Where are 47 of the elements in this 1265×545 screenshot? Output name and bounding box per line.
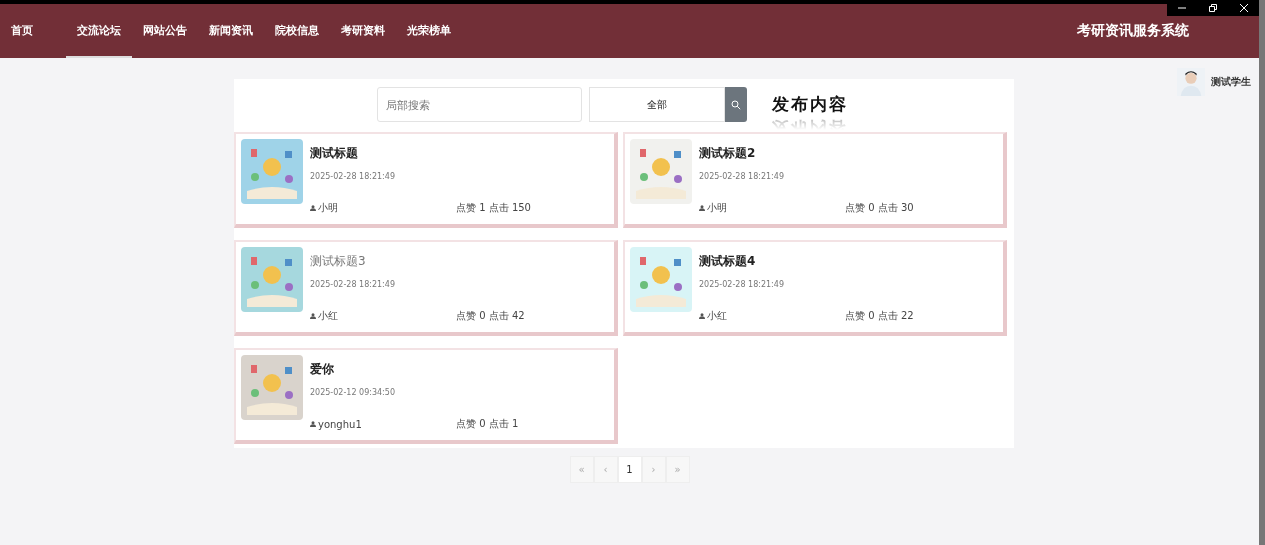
post-author: yonghu1 — [318, 418, 362, 430]
publish-link[interactable]: 发布内容 — [772, 93, 848, 116]
post-stats: 点赞 0 点击 1 — [456, 417, 519, 431]
nav-tab[interactable]: 考研资料 — [330, 4, 396, 58]
post-card[interactable]: 爱你 2025-02-12 09:34:50 yonghu1 点赞 0 点击 1 — [234, 348, 618, 444]
restore-icon[interactable] — [1208, 3, 1218, 13]
post-author: 小明 — [318, 201, 338, 215]
post-time: 2025-02-28 18:21:49 — [310, 280, 396, 289]
post-stats: 点赞 0 点击 30 — [845, 201, 914, 215]
user-name[interactable]: 测试学生 — [1211, 75, 1251, 89]
post-card[interactable]: 测试标题3 2025-02-28 18:21:49 小红 点赞 0 点击 42 — [234, 240, 618, 336]
post-title[interactable]: 测试标题2 — [699, 145, 998, 162]
person-icon — [699, 313, 705, 319]
site-title: 考研资讯服务系统 — [1077, 22, 1189, 40]
post-time: 2025-02-28 18:21:49 — [699, 280, 785, 289]
search-field[interactable]: 局部搜索 — [377, 87, 582, 122]
page-button[interactable]: 1 — [617, 456, 642, 483]
nav-tab[interactable]: 院校信息 — [264, 4, 330, 58]
person-icon — [310, 205, 316, 211]
post-time: 2025-02-12 09:34:50 — [310, 388, 396, 397]
close-icon[interactable] — [1238, 3, 1249, 13]
post-card[interactable]: 测试标题 2025-02-28 18:21:49 小明 点赞 1 点击 150 — [234, 132, 618, 228]
post-title[interactable]: 测试标题4 — [699, 253, 998, 270]
post-author: 小明 — [707, 201, 727, 215]
person-icon — [310, 313, 316, 319]
post-stats: 点赞 0 点击 42 — [456, 309, 525, 323]
person-icon — [310, 421, 316, 427]
post-stats: 点赞 1 点击 150 — [456, 201, 531, 215]
nav-tab[interactable]: 光荣榜单 — [396, 4, 462, 58]
post-title[interactable]: 测试标题 — [310, 145, 609, 162]
category-select[interactable]: 全部 — [589, 87, 725, 122]
nav-tab[interactable]: 网站公告 — [132, 4, 198, 58]
post-time: 2025-02-28 18:21:49 — [699, 172, 785, 181]
post-stats: 点赞 0 点击 22 — [845, 309, 914, 323]
post-card[interactable]: 测试标题2 2025-02-28 18:21:49 小明 点赞 0 点击 30 — [623, 132, 1007, 228]
search-button[interactable] — [725, 87, 747, 122]
post-title[interactable]: 测试标题3 — [310, 253, 609, 270]
nav-tab[interactable]: 交流论坛 — [66, 4, 132, 58]
post-time: 2025-02-28 18:21:49 — [310, 172, 396, 181]
post-title[interactable]: 爱你 — [310, 361, 609, 378]
post-author: 小红 — [318, 309, 338, 323]
nav-tab[interactable]: 首页 — [0, 4, 44, 58]
search-icon — [731, 99, 741, 110]
nav-tab[interactable]: 新闻资讯 — [198, 4, 264, 58]
post-card[interactable]: 测试标题4 2025-02-28 18:21:49 小红 点赞 0 点击 22 — [623, 240, 1007, 336]
post-author: 小红 — [707, 309, 727, 323]
person-icon — [699, 205, 705, 211]
